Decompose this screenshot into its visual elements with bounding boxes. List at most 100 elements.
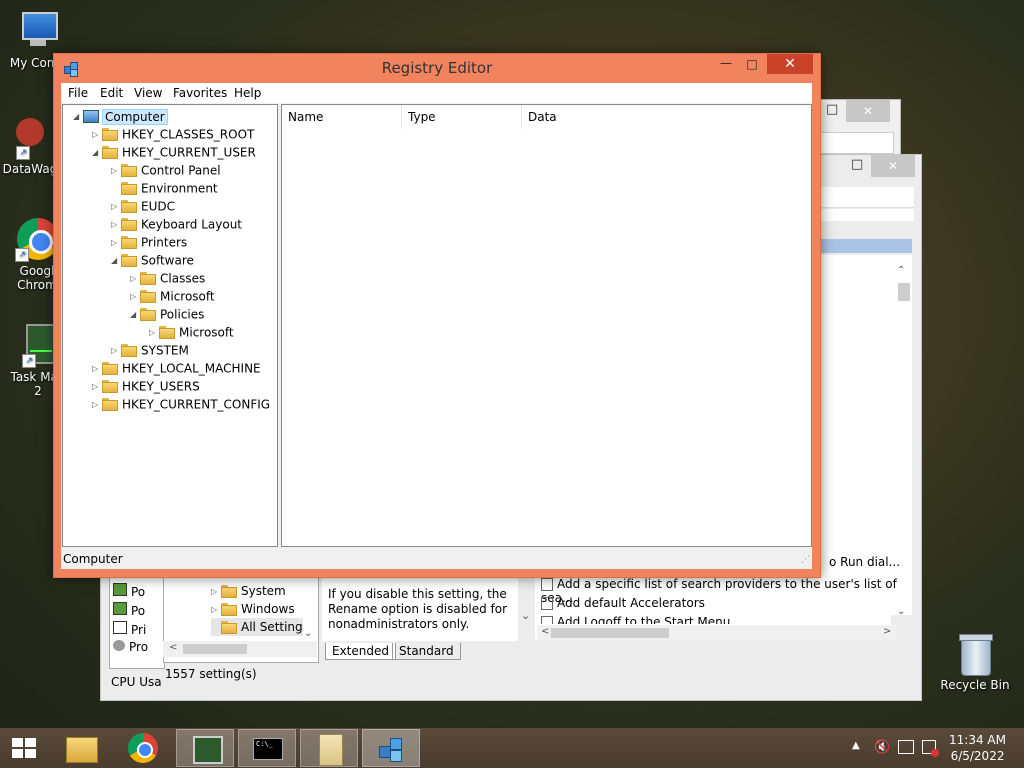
tree-node-computer[interactable]: ◢ Computer xyxy=(73,107,168,125)
action-center-icon[interactable] xyxy=(922,740,939,757)
policy-close-button[interactable]: ✕ xyxy=(871,155,915,177)
menu-bar: File Edit View Favorites Help xyxy=(61,83,812,103)
description-scroll-icon[interactable]: ⌄ xyxy=(521,609,530,622)
minimize-button[interactable]: — xyxy=(713,54,739,74)
column-header-name[interactable]: Name xyxy=(282,105,402,129)
tree-node-hkey-users[interactable]: ▷ HKEY_USERS xyxy=(92,377,200,395)
column-header-data[interactable]: Data xyxy=(522,105,811,129)
tree-node-hkey-local-machine[interactable]: ▷ HKEY_LOCAL_MACHINE xyxy=(92,359,261,377)
collapsed-arrow-icon[interactable]: ▷ xyxy=(92,378,102,396)
show-hidden-icons-icon[interactable]: ▲ xyxy=(852,740,860,751)
registry-values-list[interactable]: Name Type Data xyxy=(281,104,812,547)
regedit-icon xyxy=(379,736,405,762)
taskbar-notepad[interactable] xyxy=(300,729,358,767)
collapsed-arrow-icon[interactable]: ▷ xyxy=(92,360,102,378)
maximize-button[interactable]: □ xyxy=(739,54,765,74)
start-button[interactable] xyxy=(0,728,48,768)
window-title: Registry Editor xyxy=(381,59,493,77)
folder-icon xyxy=(121,200,137,213)
expanded-arrow-icon[interactable]: ◢ xyxy=(92,144,102,162)
collapsed-arrow-icon[interactable]: ▷ xyxy=(92,396,102,414)
left-item[interactable]: Po xyxy=(113,583,145,599)
left-item[interactable]: Pri xyxy=(113,621,146,637)
shortcut-arrow-icon: ↗ xyxy=(16,146,30,160)
setting-row[interactable]: Add default Accelerators xyxy=(541,596,705,610)
tree-node-hkey-current-user[interactable]: ◢ HKEY_CURRENT_USER xyxy=(92,143,256,161)
bg-window-1-close-button[interactable]: ✕ xyxy=(846,100,890,122)
policy-scroll-up-icon[interactable]: ⌃ xyxy=(897,265,905,276)
taskbar-command-prompt[interactable]: C:\_ xyxy=(238,729,296,767)
tree-node-policies-microsoft[interactable]: ▷ Microsoft xyxy=(149,323,234,341)
tree-node-environment[interactable]: Environment xyxy=(111,179,218,197)
policy-tree-hscroll[interactable]: < > xyxy=(163,641,357,657)
collapsed-arrow-icon[interactable]: ▷ xyxy=(130,288,140,306)
tree-node-microsoft[interactable]: ▷ Microsoft xyxy=(130,287,215,305)
volume-muted-icon[interactable]: 🔇 xyxy=(874,740,890,755)
folder-icon xyxy=(121,344,137,357)
windows-logo-icon xyxy=(12,738,36,758)
collapsed-arrow-icon[interactable]: ▷ xyxy=(111,162,121,180)
tree-node-system[interactable]: ▷ SYSTEM xyxy=(111,341,189,359)
collapsed-arrow-icon[interactable]: ▷ xyxy=(92,126,102,144)
tab-extended[interactable]: Extended xyxy=(325,643,396,660)
left-item[interactable]: Pro xyxy=(113,640,148,654)
collapsed-arrow-icon[interactable]: ▷ xyxy=(111,216,121,234)
policy-tree-item-all-settings[interactable]: All Setting xyxy=(211,618,303,636)
taskbar-file-explorer[interactable] xyxy=(52,729,110,767)
taskbar-registry-editor[interactable] xyxy=(362,729,420,767)
collapsed-arrow-icon[interactable]: ▷ xyxy=(111,234,121,252)
setting-row[interactable]: o Run dial... xyxy=(829,555,900,569)
policy-maximize-button[interactable]: □ xyxy=(851,157,863,172)
menu-edit[interactable]: Edit xyxy=(100,83,123,103)
folder-icon xyxy=(121,254,137,267)
file-explorer-icon xyxy=(66,737,98,763)
policy-tree-item[interactable]: ▷ System xyxy=(211,582,286,600)
registry-tree[interactable]: ◢ Computer ▷ HKEY_CLASSES_ROOT ◢ HKEY_CURRE… xyxy=(62,104,278,547)
settings-hscroll[interactable]: < > xyxy=(537,625,897,641)
policy-description: If you disable this setting, the Rename … xyxy=(328,587,508,631)
tab-standard[interactable]: Standard xyxy=(392,643,461,660)
expanded-arrow-icon[interactable]: ◢ xyxy=(130,306,140,324)
bg-window-1-maximize-button[interactable]: □ xyxy=(826,102,838,117)
tree-node-hkey-current-config[interactable]: ▷ HKEY_CURRENT_CONFIG xyxy=(92,395,270,413)
expanded-arrow-icon[interactable]: ◢ xyxy=(73,108,83,126)
resize-grip-icon[interactable]: ⋰ xyxy=(801,555,810,565)
tree-node-control-panel[interactable]: ▷ Control Panel xyxy=(111,161,221,179)
menu-view[interactable]: View xyxy=(134,83,162,103)
tree-node-eudc[interactable]: ▷ EUDC xyxy=(111,197,175,215)
policy-tree-scroll-down-icon[interactable]: ⌄ xyxy=(304,628,312,639)
desktop-icon-label: Googl Chrom xyxy=(17,264,57,292)
menu-help[interactable]: Help xyxy=(234,83,261,103)
collapsed-arrow-icon[interactable]: ▷ xyxy=(130,270,140,288)
registry-editor-window[interactable]: Registry Editor — □ ✕ File Edit View Fav… xyxy=(53,53,821,578)
registry-editor-client: File Edit View Favorites Help ◢ Computer … xyxy=(61,83,812,569)
tree-node-policies[interactable]: ◢ Policies xyxy=(130,305,204,323)
tree-node-software[interactable]: ◢ Software xyxy=(111,251,194,269)
expanded-arrow-icon[interactable]: ◢ xyxy=(111,252,121,270)
network-icon[interactable] xyxy=(898,740,914,754)
collapsed-arrow-icon[interactable]: ▷ xyxy=(149,324,159,342)
desktop-icon-recycle-bin[interactable]: Recycle Bin xyxy=(937,632,1013,692)
taskbar-chrome[interactable] xyxy=(114,729,172,767)
desktop-icon-label: Recycle Bin xyxy=(940,678,1010,692)
folder-icon xyxy=(121,218,137,231)
clock-date: 6/5/2022 xyxy=(950,749,1005,763)
policy-tree-item[interactable]: ▷ Windows xyxy=(211,600,295,618)
menu-favorites[interactable]: Favorites xyxy=(173,83,227,103)
tree-node-classes[interactable]: ▷ Classes xyxy=(130,269,205,287)
close-button[interactable]: ✕ xyxy=(767,54,813,74)
settings-scroll-down-icon[interactable]: ⌄ xyxy=(897,606,905,617)
tree-node-printers[interactable]: ▷ Printers xyxy=(111,233,187,251)
shortcut-arrow-icon: ↗ xyxy=(15,248,29,262)
tree-node-hkey-classes-root[interactable]: ▷ HKEY_CLASSES_ROOT xyxy=(92,125,254,143)
collapsed-arrow-icon[interactable]: ▷ xyxy=(111,342,121,360)
column-header-type[interactable]: Type xyxy=(402,105,522,129)
menu-file[interactable]: File xyxy=(68,83,88,103)
folder-icon xyxy=(102,362,118,375)
collapsed-arrow-icon[interactable]: ▷ xyxy=(111,198,121,216)
setting-row[interactable]: Add Logoff to the Start Menu xyxy=(541,615,730,624)
left-item[interactable]: Po xyxy=(113,602,145,618)
tree-node-keyboard-layout[interactable]: ▷ Keyboard Layout xyxy=(111,215,242,233)
system-clock[interactable]: 11:34 AM 6/5/2022 xyxy=(949,732,1006,764)
taskbar-task-manager[interactable] xyxy=(176,729,234,767)
